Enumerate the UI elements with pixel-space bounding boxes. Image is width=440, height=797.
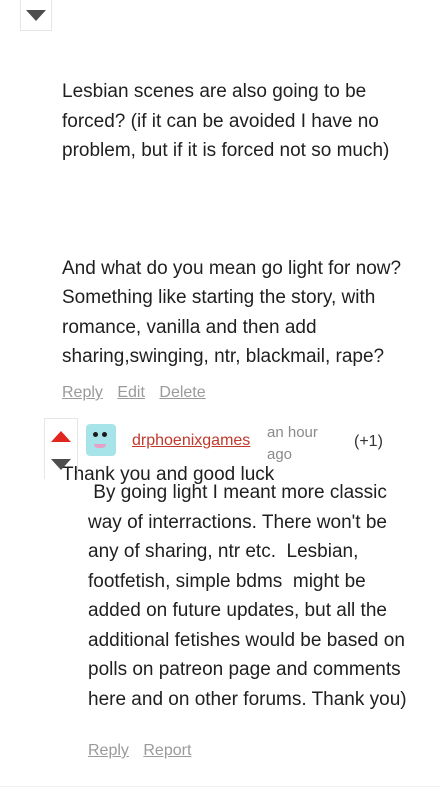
- upvote-arrow-icon[interactable]: [51, 431, 71, 442]
- comment-thread: Lesbian scenes are also going to be forc…: [0, 0, 440, 797]
- edit-link[interactable]: Edit: [117, 384, 145, 401]
- reply-link[interactable]: Reply: [88, 742, 129, 759]
- downvote-arrow-icon[interactable]: [26, 10, 46, 21]
- reply-comment-body: By going light I meant more classic way …: [88, 482, 411, 710]
- reply-comment-actions: Reply Report: [88, 742, 201, 760]
- avatar-eye: [102, 432, 107, 437]
- parent-comment-paragraph: Lesbian scenes are also going to be forc…: [62, 81, 390, 161]
- parent-vote-box: [20, 0, 52, 31]
- reply-vote-box: [44, 418, 78, 479]
- delete-link[interactable]: Delete: [159, 384, 205, 401]
- avatar-eye: [93, 432, 98, 437]
- avatar-mouth: [94, 444, 106, 448]
- report-link[interactable]: Report: [143, 742, 191, 759]
- divider: [0, 786, 440, 787]
- downvote-arrow-icon[interactable]: [51, 459, 71, 470]
- user-avatar[interactable]: [86, 424, 116, 456]
- comment-username[interactable]: drphoenixgames: [132, 432, 250, 450]
- comment-timestamp: an hour ago: [267, 424, 318, 463]
- parent-comment-paragraph: And what do you mean go light for now? S…: [62, 257, 407, 368]
- reply-link[interactable]: Reply: [62, 384, 103, 401]
- parent-comment-actions: Reply Edit Delete: [62, 384, 216, 402]
- comment-score: (+1): [354, 433, 383, 450]
